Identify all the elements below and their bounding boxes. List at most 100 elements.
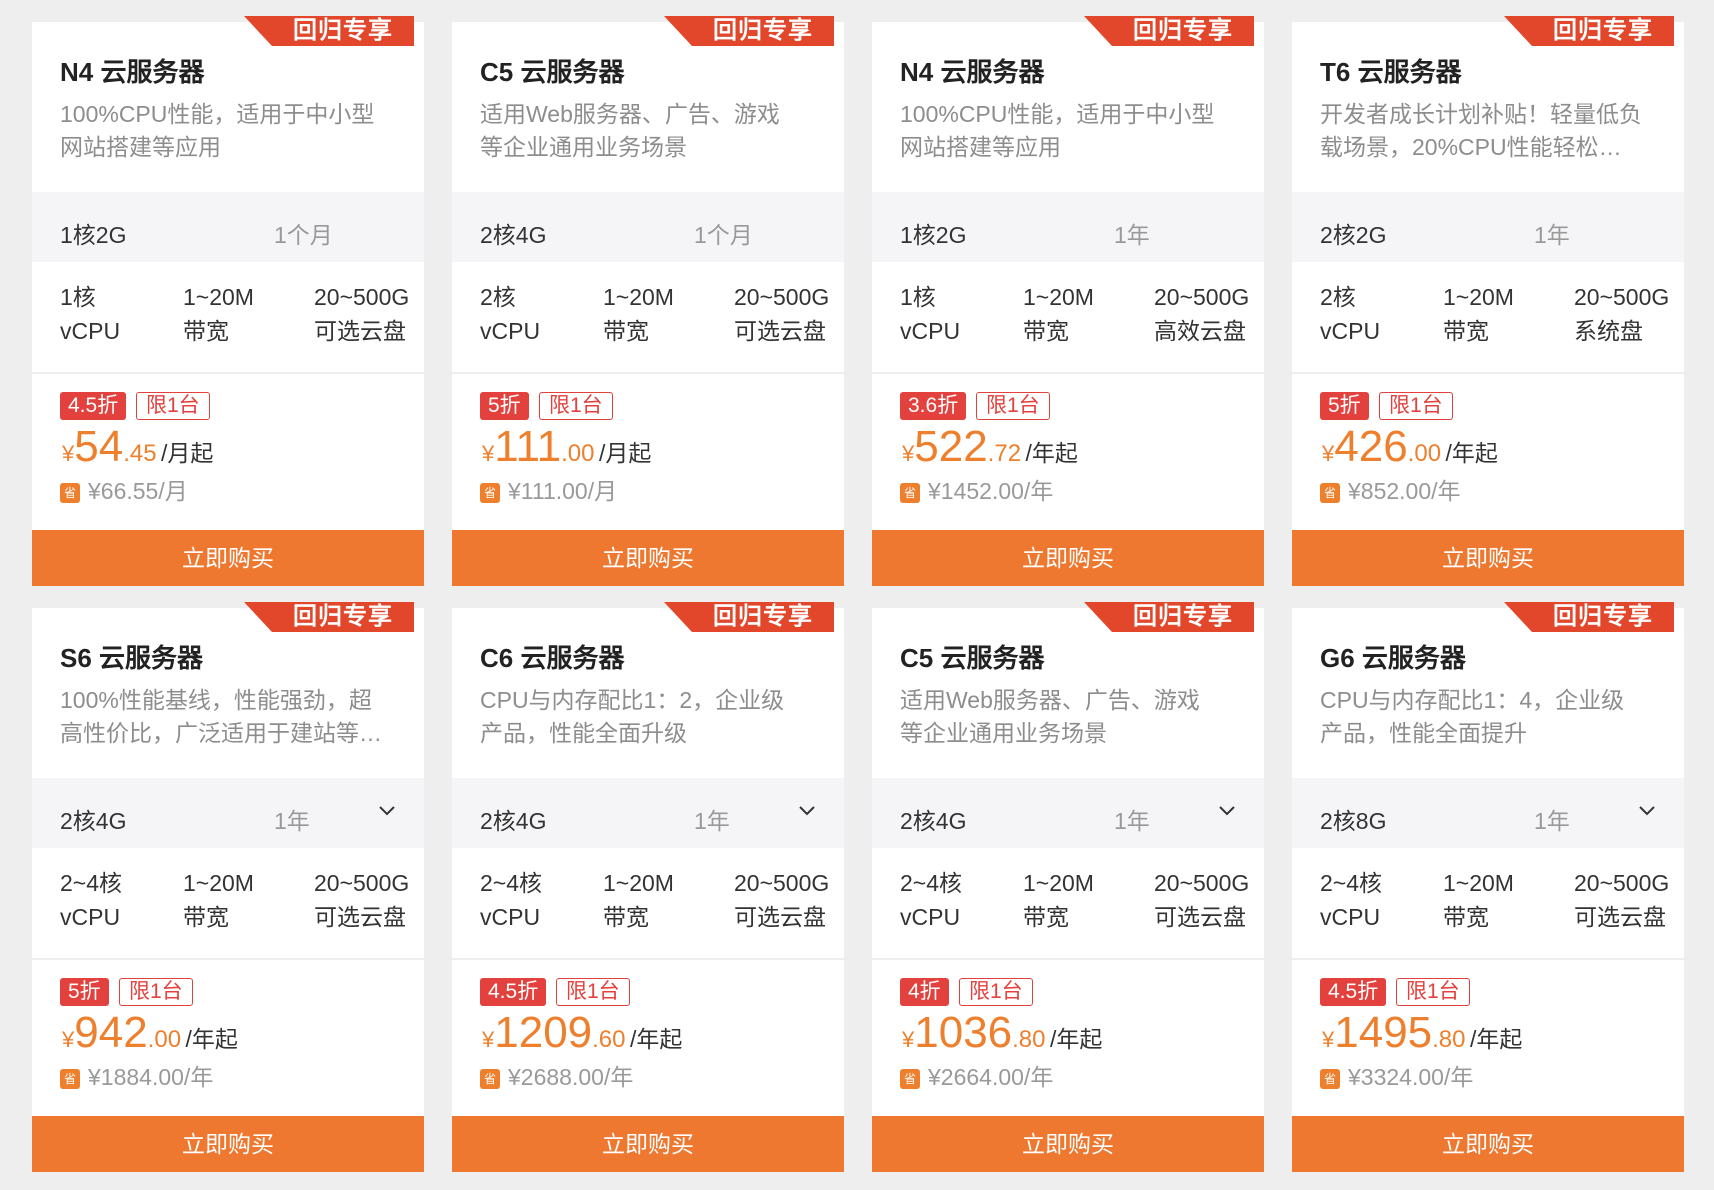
config-selector[interactable]: 2核2G 1年 — [1292, 192, 1684, 262]
config-selector[interactable]: 1核2G 1个月 — [32, 192, 424, 262]
promo-ribbon-label: 回归专享 — [1553, 603, 1653, 630]
product-card: 回归专享 C5 云服务器 适用Web服务器、广告、游戏 等企业通用业务场景 2核… — [452, 16, 844, 586]
feature-cpu: 2核 vCPU — [1320, 280, 1380, 348]
feature-cpu-value: 2~4核 — [1320, 870, 1383, 896]
promo-ribbon-label: 回归专享 — [713, 17, 813, 44]
buy-now-button[interactable]: 立即购买 — [1292, 1116, 1684, 1172]
spec-value: 2核4G — [60, 808, 127, 834]
buy-now-button[interactable]: 立即购买 — [872, 1116, 1264, 1172]
chevron-down-icon[interactable] — [376, 800, 398, 822]
feature-disk-label: 可选云盘 — [1574, 904, 1666, 930]
feature-disk: 20~500G 可选云盘 — [734, 866, 829, 934]
buy-now-button[interactable]: 立即购买 — [452, 1116, 844, 1172]
limit-badge: 限1台 — [959, 978, 1033, 1006]
chevron-down-icon[interactable] — [1636, 800, 1658, 822]
term-value: 1年 — [1534, 808, 1570, 834]
original-price-value: ¥1452.00/年 — [928, 478, 1054, 504]
product-grid: 回归专享 N4 云服务器 100%CPU性能，适用于中小型 网站搭建等应用 1核… — [0, 0, 1714, 1190]
product-description: 100%CPU性能，适用于中小型 网站搭建等应用 — [900, 98, 1240, 168]
feature-cpu-value: 2核 — [1320, 284, 1356, 310]
feature-disk-label: 高效云盘 — [1154, 318, 1246, 344]
price-unit: /年起 — [1469, 1026, 1523, 1052]
config-selector[interactable]: 1核2G 1年 — [872, 192, 1264, 262]
product-title: C5 云服务器 — [480, 57, 625, 87]
feature-bandwidth: 1~20M 带宽 — [1023, 866, 1094, 934]
feature-cpu-value: 2~4核 — [60, 870, 123, 896]
save-icon: 省 — [60, 483, 80, 503]
price-integer: 1036 — [914, 1008, 1013, 1057]
price: ¥426.00 /年起 — [1322, 422, 1498, 472]
original-price-value: ¥2664.00/年 — [928, 1064, 1054, 1090]
feature-cpu-value: 2~4核 — [480, 870, 543, 896]
product-card: 回归专享 C6 云服务器 CPU与内存配比1：2，企业级 产品，性能全面升级 2… — [452, 602, 844, 1172]
feature-cpu-label: vCPU — [60, 904, 121, 930]
save-icon: 省 — [480, 483, 500, 503]
price: ¥54.45 /月起 — [62, 422, 213, 472]
discount-badge: 4.5折 — [60, 392, 127, 420]
feature-cpu-label: vCPU — [60, 318, 121, 344]
original-price: 省 ¥2688.00/年 — [480, 1058, 633, 1092]
buy-now-button[interactable]: 立即购买 — [452, 530, 844, 586]
feature-bandwidth-value: 1~20M — [603, 284, 674, 310]
product-title: N4 云服务器 — [60, 57, 205, 87]
config-selector[interactable]: 2核4G 1年 — [872, 778, 1264, 848]
description-line-1: 开发者成长计划补贴！轻量低负 — [1320, 101, 1642, 127]
discount-badge: 5折 — [1320, 392, 1369, 420]
feature-disk: 20~500G 系统盘 — [1574, 280, 1669, 348]
config-selector[interactable]: 2核4G 1年 — [452, 778, 844, 848]
description-line-1: 适用Web服务器、广告、游戏 — [480, 101, 780, 127]
save-icon: 省 — [1320, 483, 1340, 503]
feature-disk-label: 可选云盘 — [314, 904, 406, 930]
original-price-value: ¥66.55/月 — [88, 478, 188, 504]
chevron-down-icon[interactable] — [796, 800, 818, 822]
feature-bandwidth: 1~20M 带宽 — [1443, 866, 1514, 934]
product-description: CPU与内存配比1：2，企业级 产品，性能全面升级 — [480, 684, 820, 754]
price-unit: /年起 — [629, 1026, 683, 1052]
config-selector[interactable]: 2核4G 1年 — [32, 778, 424, 848]
feature-bandwidth-label: 带宽 — [183, 904, 229, 930]
config-selector[interactable]: 2核4G 1个月 — [452, 192, 844, 262]
promo-ribbon-label: 回归专享 — [293, 603, 393, 630]
feature-cpu-label: vCPU — [900, 318, 961, 344]
description-line-2: 产品，性能全面升级 — [480, 720, 687, 746]
feature-bandwidth-value: 1~20M — [1443, 284, 1514, 310]
feature-cpu-label: vCPU — [480, 318, 541, 344]
config-selector[interactable]: 2核8G 1年 — [1292, 778, 1684, 848]
price-decimal: .00 — [147, 1026, 182, 1053]
buy-now-button[interactable]: 立即购买 — [32, 1116, 424, 1172]
feature-disk-label: 可选云盘 — [314, 318, 406, 344]
product-description: 适用Web服务器、广告、游戏 等企业通用业务场景 — [480, 98, 820, 168]
price-unit: /年起 — [1049, 1026, 1103, 1052]
chevron-down-icon[interactable] — [1216, 800, 1238, 822]
discount-badge: 5折 — [60, 978, 109, 1006]
description-line-1: 100%CPU性能，适用于中小型 — [900, 101, 1215, 127]
price-decimal: .80 — [1012, 1026, 1046, 1053]
spec-value: 2核8G — [1320, 808, 1387, 834]
price-unit: /月起 — [161, 440, 214, 466]
buy-now-button[interactable]: 立即购买 — [1292, 530, 1684, 586]
term-value: 1年 — [1534, 222, 1570, 248]
product-title: T6 云服务器 — [1320, 57, 1462, 87]
feature-disk: 20~500G 可选云盘 — [734, 280, 829, 348]
buy-now-button[interactable]: 立即购买 — [32, 530, 424, 586]
feature-disk-value: 20~500G — [734, 870, 830, 896]
feature-cpu-label: vCPU — [900, 904, 961, 930]
spec-value: 2核4G — [900, 808, 967, 834]
buy-now-button[interactable]: 立即购买 — [872, 530, 1264, 586]
divider — [32, 372, 424, 374]
feature-disk-value: 20~500G — [734, 284, 830, 310]
original-price: 省 ¥2664.00/年 — [900, 1058, 1053, 1092]
currency-symbol: ¥ — [902, 441, 915, 466]
feature-disk: 20~500G 可选云盘 — [1574, 866, 1669, 934]
feature-cpu: 1核 vCPU — [900, 280, 960, 348]
spec-value: 1核2G — [60, 222, 127, 248]
feature-disk-label: 可选云盘 — [734, 904, 826, 930]
product-card: 回归专享 N4 云服务器 100%CPU性能，适用于中小型 网站搭建等应用 1核… — [32, 16, 424, 586]
promo-ribbon: 回归专享 — [244, 16, 414, 52]
feature-cpu: 2~4核 vCPU — [1320, 866, 1382, 934]
feature-bandwidth: 1~20M 带宽 — [183, 866, 254, 934]
feature-bandwidth-value: 1~20M — [603, 870, 674, 896]
currency-symbol: ¥ — [902, 1027, 915, 1052]
promo-ribbon: 回归专享 — [1504, 16, 1674, 52]
product-card: 回归专享 N4 云服务器 100%CPU性能，适用于中小型 网站搭建等应用 1核… — [872, 16, 1264, 586]
